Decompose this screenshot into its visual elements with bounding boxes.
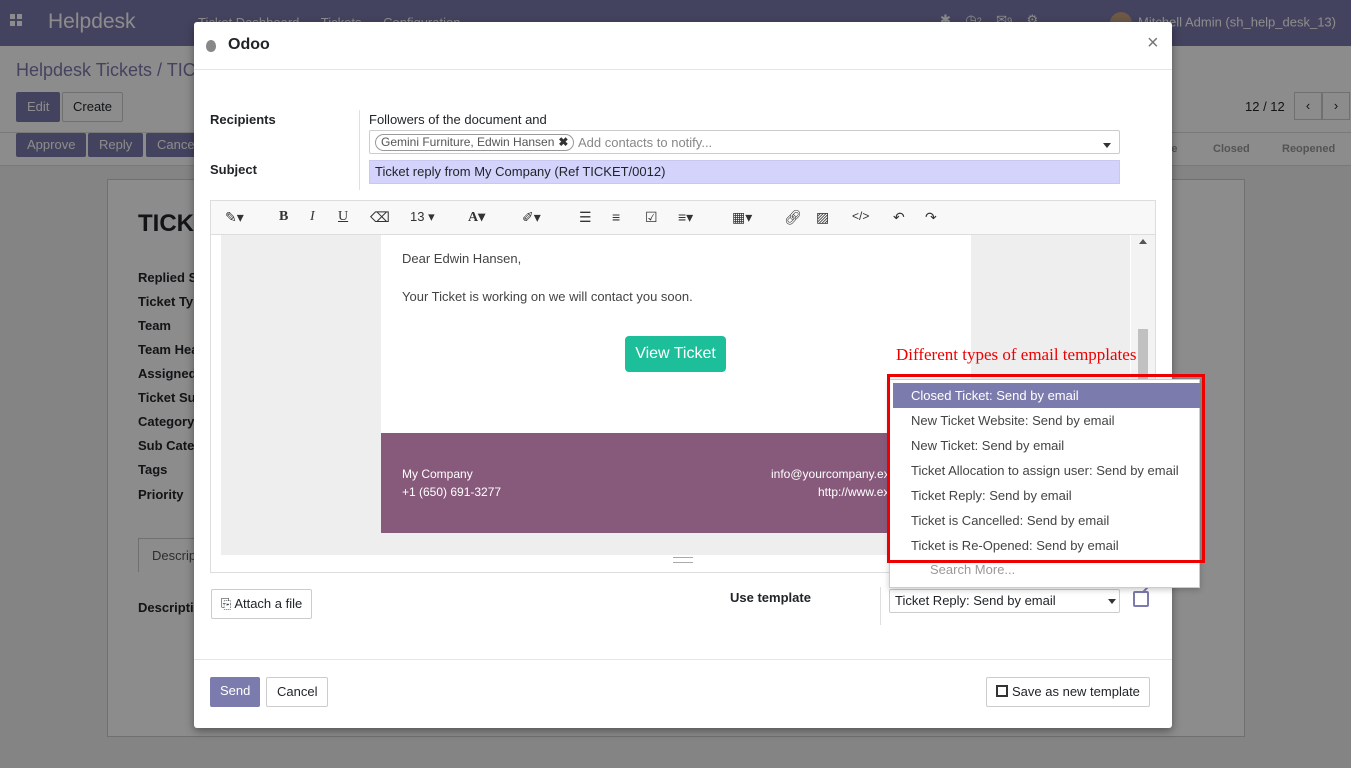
recipients-placeholder: Add contacts to notify... (578, 135, 713, 150)
footer-website: http://www.ex (818, 485, 890, 499)
recipient-tag: Gemini Furniture, Edwin Hansen ✖ (375, 134, 575, 151)
font-color-icon[interactable]: A▾ (468, 209, 485, 226)
external-link-icon[interactable] (1133, 591, 1149, 607)
link-icon[interactable]: 🔗︎ (784, 209, 802, 226)
editor-toolbar: ✎▾ B I U ⌫ 13 ▾ A▾ ✐▾ ☰ ≡ ☑ ≡▾ ▦▾ 🔗︎ ▨ <… (211, 201, 1155, 235)
code-view-icon[interactable]: </> (852, 209, 869, 223)
view-ticket-button[interactable]: View Ticket (625, 336, 726, 372)
checklist-icon[interactable]: ☑ (645, 209, 658, 226)
paperclip-icon: ⎘ (221, 596, 232, 611)
email-footer: My Company +1 (650) 691-3277 info@yourco… (381, 433, 971, 533)
bullet-list-icon[interactable]: ☰ (579, 209, 592, 226)
bug-icon (206, 40, 216, 52)
footer-phone: +1 (650) 691-3277 (402, 485, 502, 499)
align-icon[interactable]: ≡▾ (678, 209, 693, 226)
brush-icon[interactable]: ✐▾ (522, 209, 541, 226)
dialog-footer: Send Cancel Save as new template (194, 659, 1172, 728)
email-message: Your Ticket is working on we will contac… (402, 289, 693, 304)
followers-text: Followers of the document and (369, 112, 547, 127)
image-icon[interactable]: ▨ (816, 209, 829, 226)
dialog-header: Odoo × (194, 22, 1172, 70)
annotation-text: Different types of email tempplates (896, 345, 1137, 364)
chevron-down-icon[interactable] (1108, 599, 1116, 604)
save-template-label: Save as new template (1012, 684, 1140, 699)
field-divider (359, 110, 360, 190)
font-size-value: 13 (410, 209, 425, 224)
recipients-input[interactable]: Gemini Furniture, Edwin Hansen ✖ Add cont… (369, 130, 1120, 154)
save-as-template-button[interactable]: Save as new template (986, 677, 1150, 707)
email-body: Dear Edwin Hansen, Your Ticket is workin… (381, 235, 971, 433)
attach-file-button[interactable]: ⎘ Attach a file (211, 589, 313, 619)
use-template-label: Use template (730, 590, 811, 605)
scroll-up-icon[interactable] (1139, 239, 1147, 244)
numbered-list-icon[interactable]: ≡ (612, 209, 620, 225)
email-greeting: Dear Edwin Hansen, (402, 251, 522, 266)
subject-label: Subject (210, 162, 257, 177)
italic-icon[interactable]: I (310, 209, 315, 225)
table-icon[interactable]: ▦▾ (732, 209, 752, 226)
attach-label: Attach a file (234, 596, 303, 611)
template-select[interactable]: Ticket Reply: Send by email (889, 589, 1120, 613)
cancel-button[interactable]: Cancel (266, 677, 329, 707)
template-value: Ticket Reply: Send by email (895, 593, 1056, 608)
recipient-tag-label: Gemini Furniture, Edwin Hansen (381, 135, 555, 149)
field-divider (880, 587, 881, 625)
highlight-box (887, 374, 1205, 563)
remove-tag-icon[interactable]: ✖ (558, 135, 568, 149)
magic-wand-icon[interactable]: ✎▾ (225, 209, 244, 226)
resize-handle[interactable] (673, 557, 693, 563)
close-icon[interactable]: × (1147, 32, 1159, 55)
send-button[interactable]: Send (210, 677, 261, 707)
undo-icon[interactable]: ↶ (893, 209, 905, 226)
underline-icon[interactable]: U (338, 209, 348, 225)
recipients-label: Recipients (210, 112, 276, 127)
subject-input[interactable]: Ticket reply from My Company (Ref TICKET… (369, 160, 1120, 184)
eraser-icon[interactable]: ⌫ (370, 209, 390, 226)
footer-email: info@yourcompany.ex (771, 467, 890, 481)
save-icon (996, 685, 1008, 697)
chevron-down-icon[interactable] (1103, 143, 1111, 148)
redo-icon[interactable]: ↷ (925, 209, 937, 226)
font-size-dropdown[interactable]: 13 ▾ (410, 209, 435, 225)
dialog-title: Odoo (228, 36, 270, 53)
bold-icon[interactable]: B (279, 209, 288, 225)
search-more-option[interactable]: Search More... (930, 562, 1015, 577)
footer-company: My Company (402, 467, 473, 481)
